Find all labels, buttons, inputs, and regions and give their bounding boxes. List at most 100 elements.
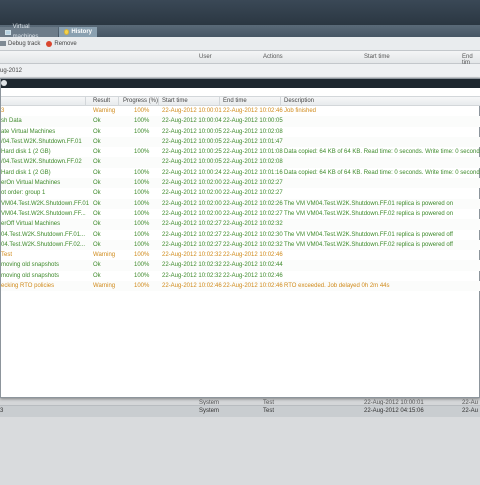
cell-start: 22-Aug-2012 10:00:24 [162, 169, 222, 176]
dialog-row[interactable]: /04.Test.W2K.Shutdown.FF.01 Ok 22-Aug-2012… [1, 136, 480, 148]
cell-start: 22-Aug-2012 10:02:27 [162, 241, 222, 248]
cell-end: 22-Aug-2012 10:02:46 [223, 283, 283, 290]
cell-description: The VM VM04.Test.W2K.Shutdown.FF.02 repl… [284, 210, 454, 217]
cell-start: 22-Aug-2012 10:00:01 [162, 108, 222, 114]
cell-start: 22-Aug-2012 10:00:05 [162, 159, 222, 166]
app-header [0, 0, 480, 25]
cell-result: Warning [93, 252, 116, 259]
vm-icon [5, 29, 11, 35]
cell-result: Ok [93, 241, 101, 248]
cell-start: 22-Aug-2012 10:02:46 [162, 283, 222, 290]
col-result[interactable]: Result [93, 98, 110, 104]
cell-end: 22-Aug-2012 10:00:05 [223, 118, 283, 125]
row-start: 22-Aug-2012 04:15:06 [364, 408, 424, 414]
col-progress[interactable]: Progress (%) [123, 98, 158, 104]
cell-end: 22-Aug-2012 10:01:16 [223, 169, 283, 176]
row-actions: Test [263, 408, 275, 414]
dialog-row[interactable]: VM04.Test.W2K.Shutdown.FF.01 Ok 100% 22-Aug… [1, 198, 480, 209]
cell-start: 22-Aug-2012 10:00:05 [162, 128, 222, 135]
toolbar: Debug track Remove [0, 37, 480, 51]
cell-start: 22-Aug-2012 10:02:00 [162, 210, 222, 217]
col-start[interactable]: Start time [162, 98, 188, 104]
debug-icon [0, 41, 6, 46]
cell-start: 22-Aug-2012 10:02:32 [162, 272, 222, 279]
dialog-row[interactable]: 04.Test.W2K.Shutdown.FF.02... Ok 100% 22-Au… [1, 239, 480, 251]
dialog-row[interactable]: erOff Virtual Machines Ok 100% 22-Aug-2012 … [1, 219, 480, 230]
dialog-row[interactable]: moving old snapshots Ok 100% 22-Aug-2012 10… [1, 260, 480, 271]
cell-end: 22-Aug-2012 10:02:46 [223, 252, 283, 259]
cell-start: 22-Aug-2012 10:02:32 [162, 262, 222, 269]
cell-end: 22-Aug-2012 10:02:08 [223, 159, 283, 166]
tab-history[interactable]: History [59, 27, 97, 37]
row-end: 22-Au [462, 408, 479, 414]
dialog-row[interactable]: ot order: group 1 Ok 100% 22-Aug-2012 10:02… [1, 188, 480, 198]
cell-name: moving old snapshots [1, 272, 60, 279]
cell-description: Data copied: 64 KB of 64 KB. Read time: … [284, 149, 480, 156]
history-icon [64, 29, 70, 35]
cell-end: 22-Aug-2012 10:01:47 [223, 138, 283, 145]
cell-progress: 100% [134, 190, 150, 197]
cell-description: The VM VM04.Test.W2K.Shutdown.FF.01 repl… [284, 200, 454, 207]
cell-result: Ok [93, 190, 101, 197]
cell-description: The VM VM04.Test.W2K.Shutdown.FF.01 repl… [284, 231, 453, 238]
tab-virtual-machines[interactable]: Virtual machines [0, 24, 58, 40]
cell-name: Hard disk 1 (2 GB) [1, 149, 51, 156]
cell-result: Ok [93, 128, 101, 135]
row-name: 3 [0, 408, 4, 414]
cell-name: VM04.Test.W2K.Shutdown.FF... [1, 210, 86, 217]
dialog-row[interactable]: /04.Test.W2K.Shutdown.FF.02 Ok 22-Aug-2012… [1, 157, 480, 168]
remove-button[interactable]: Remove [46, 40, 77, 47]
cell-name: moving old snapshots [1, 262, 60, 269]
cell-progress: 100% [134, 108, 150, 114]
col-start-time[interactable]: Start time [364, 54, 390, 60]
cell-name: ot order: group 1 [1, 190, 46, 197]
dialog-rows: 3 Warning 100% 22-Aug-2012 10:00:01 22-Aug-2… [1, 106, 480, 292]
cell-name: /04.Test.W2K.Shutdown.FF.02 [1, 159, 82, 166]
cell-name: erOn Virtual Machines [1, 180, 61, 187]
history-column-header: User Actions Start time End tim [0, 51, 480, 66]
dialog-row[interactable]: moving old snapshots Ok 100% 22-Aug-2012 10… [1, 271, 480, 281]
cell-end: 22-Aug-2012 10:02:08 [223, 128, 283, 135]
col-description[interactable]: Description [284, 98, 314, 104]
cell-description: RTO exceeded. Job delayed 0h 2m 44s [284, 283, 390, 290]
col-user[interactable]: User [199, 54, 212, 60]
cell-result: Ok [93, 231, 101, 238]
cell-end: 22-Aug-2012 10:02:27 [223, 190, 283, 197]
cell-start: 22-Aug-2012 10:02:00 [162, 180, 222, 187]
dialog-row[interactable]: 04.Test.W2K.Shutdown.FF.01... Ok 100% 22-Au… [1, 230, 480, 240]
cell-name: 04.Test.W2K.Shutdown.FF.02... [1, 241, 86, 248]
col-actions[interactable]: Actions [263, 54, 283, 60]
cell-name: VM04.Test.W2K.Shutdown.FF.01 [1, 200, 90, 207]
empty-area [0, 417, 480, 485]
history-row-selected[interactable]: 3 System Test 22-Aug-2012 04:15:06 22-Au [0, 405, 480, 417]
cell-description: Data copied: 64 KB of 64 KB. Read time: … [284, 169, 480, 176]
dialog-row[interactable]: ate Virtual Machines Ok 100% 22-Aug-2012 10… [1, 127, 480, 137]
col-end[interactable]: End time [223, 98, 247, 104]
cell-result: Ok [93, 221, 101, 228]
dialog-row[interactable]: Hard disk 1 (2 GB) Ok 100% 22-Aug-2012 10:0… [1, 147, 480, 157]
close-icon[interactable] [1, 80, 7, 86]
date-group-row[interactable]: ug-2012 [0, 64, 480, 78]
dialog-row[interactable]: Test Warning 100% 22-Aug-2012 10:02:32 22-Au… [1, 250, 480, 260]
cell-end: 22-Aug-2012 10:02:44 [223, 262, 283, 269]
cell-start: 22-Aug-2012 10:02:27 [162, 231, 222, 238]
dialog-row[interactable]: 3 Warning 100% 22-Aug-2012 10:00:01 22-Aug-2… [1, 106, 480, 116]
cell-name: Hard disk 1 (2 GB) [1, 169, 51, 176]
debug-track-button[interactable]: Debug track [0, 41, 40, 47]
dialog-row[interactable]: sh Data Ok 100% 22-Aug-2012 10:00:04 22-Aug-… [1, 116, 480, 127]
dialog-row[interactable]: Hard disk 1 (2 GB) Ok 100% 22-Aug-2012 10:0… [1, 168, 480, 178]
dialog-row[interactable]: ecking RTO policies Warning 100% 22-Aug-201… [1, 281, 480, 292]
cell-end: 22-Aug-2012 10:02:27 [223, 210, 283, 217]
remove-label: Remove [54, 40, 77, 47]
cell-result: Ok [93, 118, 101, 125]
cell-progress: 100% [134, 252, 150, 259]
dialog-row[interactable]: VM04.Test.W2K.Shutdown.FF... Ok 100% 22-Aug… [1, 209, 480, 219]
dialog-titlebar [1, 79, 480, 88]
cell-end: 22-Aug-2012 10:02:32 [223, 241, 283, 248]
dialog-column-header: Result Progress (%) Start time End time … [1, 96, 480, 106]
cell-progress: 100% [134, 231, 150, 238]
cell-progress: 100% [134, 262, 150, 269]
cell-result: Ok [93, 138, 101, 145]
cell-end: 22-Aug-2012 10:02:26 [223, 200, 283, 207]
dialog-row[interactable]: erOn Virtual Machines Ok 100% 22-Aug-2012 1… [1, 178, 480, 189]
